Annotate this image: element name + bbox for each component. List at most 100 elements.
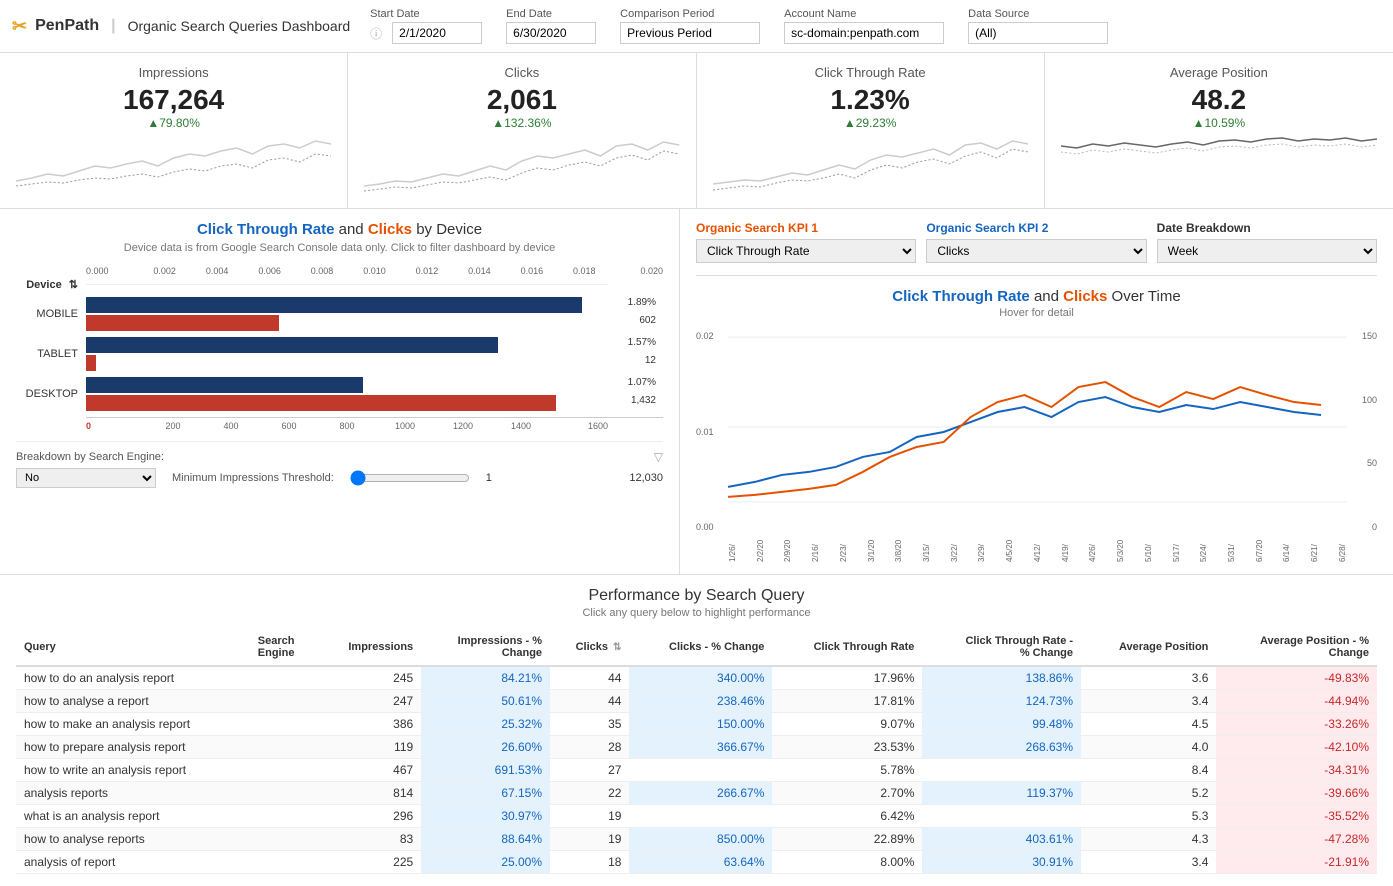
td-avg-pos: 5.2 <box>1081 782 1216 805</box>
td-query: how to analyse a report <box>16 690 250 713</box>
kpi-selector-1-title: Organic Search KPI 1 <box>696 221 916 235</box>
tablet-clicks-value: 12 <box>645 355 656 366</box>
line-chart-title-orange: Clicks <box>1063 288 1107 305</box>
td-clicks-change: 266.67% <box>629 782 772 805</box>
bar-label-mobile: MOBILE <box>16 308 86 320</box>
x-label: 6/21/ <box>1310 532 1319 562</box>
td-avg-pos-change: -39.66% <box>1216 782 1377 805</box>
td-clicks: 44 <box>550 690 629 713</box>
datasource-select[interactable]: (All) <box>968 22 1108 44</box>
td-query: how to analyse reports <box>16 828 250 851</box>
kpi-selector-2-select[interactable]: Clicks <box>926 239 1146 263</box>
account-select[interactable]: sc-domain:penpath.com <box>784 22 944 44</box>
td-query: how to prepare analysis report <box>16 736 250 759</box>
table-row[interactable]: how to prepare analysis report 119 26.60… <box>16 736 1377 759</box>
kpi-avg-position-title: Average Position <box>1061 65 1377 80</box>
y-axis-label-1: 0.01 <box>696 427 724 437</box>
line-chart-title-and: and <box>1034 288 1063 305</box>
td-imp-change: 88.64% <box>421 828 550 851</box>
threshold-label: Minimum Impressions Threshold: <box>172 472 334 484</box>
td-clicks-change: 63.64% <box>629 851 772 874</box>
x-label: 2/23/ <box>839 532 848 562</box>
td-engine <box>250 759 318 782</box>
performance-table: Query SearchEngine Impressions Impressio… <box>16 629 1377 874</box>
td-engine <box>250 666 318 690</box>
table-row[interactable]: analysis reports 814 67.15% 22 266.67% 2… <box>16 782 1377 805</box>
kpi-avg-position-change: ▲10.59% <box>1061 116 1377 130</box>
td-query: how to write an analysis report <box>16 759 250 782</box>
table-row[interactable]: analysis of report 225 25.00% 18 63.64% … <box>16 851 1377 874</box>
x-label: 6/7/20 <box>1255 532 1264 562</box>
x-label: 3/29/ <box>977 532 986 562</box>
y-right-label-3: 0 <box>1351 522 1377 532</box>
td-clicks: 28 <box>550 736 629 759</box>
td-ctr: 17.81% <box>772 690 922 713</box>
y-right-label-2: 50 <box>1351 458 1377 468</box>
td-impressions: 247 <box>317 690 421 713</box>
td-imp-change: 84.21% <box>421 666 550 690</box>
kpi-selector-1-select[interactable]: Click Through Rate <box>696 239 916 263</box>
start-date-label: Start Date <box>370 8 482 20</box>
td-query: how to do an analysis report <box>16 666 250 690</box>
kpi-impressions-title: Impressions <box>16 65 331 80</box>
info-icon: ⓘ <box>370 25 382 42</box>
th-engine: SearchEngine <box>250 629 318 666</box>
td-imp-change: 26.60% <box>421 736 550 759</box>
x-label: 5/17/ <box>1172 532 1181 562</box>
datasource-group: Data Source (All) <box>968 8 1108 44</box>
table-row[interactable]: what is an analysis report 296 30.97% 19… <box>16 805 1377 828</box>
td-avg-pos: 4.0 <box>1081 736 1216 759</box>
table-row[interactable]: how to make an analysis report 386 25.32… <box>16 713 1377 736</box>
td-query: analysis of report <box>16 851 250 874</box>
td-impressions: 467 <box>317 759 421 782</box>
kpi-impressions-chart <box>16 136 331 196</box>
table-body: how to do an analysis report 245 84.21% … <box>16 666 1377 874</box>
td-ctr: 9.07% <box>772 713 922 736</box>
start-date-input[interactable] <box>392 22 482 44</box>
td-impressions: 119 <box>317 736 421 759</box>
x-label: 1/26/ <box>728 532 737 562</box>
td-ctr-change: 403.61% <box>922 828 1081 851</box>
logo-icon: ✂ <box>12 16 27 37</box>
clicks-sort-icon[interactable]: ⇅ <box>613 642 621 653</box>
td-engine <box>250 805 318 828</box>
td-avg-pos-change: -21.91% <box>1216 851 1377 874</box>
td-impressions: 814 <box>317 782 421 805</box>
x-label: 5/3/20 <box>1116 532 1125 562</box>
line-chart-svg <box>728 327 1347 527</box>
x-label: 2/16/ <box>811 532 820 562</box>
bar-row-tablet[interactable]: TABLET 1.57% 12 <box>16 337 608 371</box>
table-row[interactable]: how to analyse a report 247 50.61% 44 23… <box>16 690 1377 713</box>
kpi-selector-3-select[interactable]: Week <box>1157 239 1377 263</box>
td-ctr-change: 124.73% <box>922 690 1081 713</box>
kpi-selector-2: Organic Search KPI 2 Clicks <box>926 221 1146 263</box>
td-ctr-change <box>922 805 1081 828</box>
line-chart-title: Click Through Rate and Clicks Over Time <box>696 288 1377 305</box>
td-ctr-change: 99.48% <box>922 713 1081 736</box>
end-date-input[interactable] <box>506 22 596 44</box>
y-right-label-0: 150 <box>1351 331 1377 341</box>
th-query: Query <box>16 629 250 666</box>
comparison-select[interactable]: Previous Period <box>620 22 760 44</box>
device-chart-panel: Click Through Rate and Clicks by Device … <box>0 209 680 574</box>
breakdown-select[interactable]: No <box>16 468 156 488</box>
td-clicks-change: 366.67% <box>629 736 772 759</box>
td-engine <box>250 690 318 713</box>
header-controls: Start Date ⓘ End Date Comparison Period … <box>370 8 1381 44</box>
table-row[interactable]: how to analyse reports 83 88.64% 19 850.… <box>16 828 1377 851</box>
table-row[interactable]: how to do an analysis report 245 84.21% … <box>16 666 1377 690</box>
th-clicks-change: Clicks - % Change <box>629 629 772 666</box>
header: ✂ PenPath | Organic Search Queries Dashb… <box>0 0 1393 53</box>
bar-row-mobile[interactable]: MOBILE 1.89% 602 <box>16 297 608 331</box>
mobile-clicks-value: 602 <box>639 315 656 326</box>
x-label: 4/19/ <box>1061 532 1070 562</box>
device-chart-title-blue: Click Through Rate <box>197 221 335 238</box>
td-ctr: 22.89% <box>772 828 922 851</box>
table-row[interactable]: how to write an analysis report 467 691.… <box>16 759 1377 782</box>
filter-icon[interactable]: ⇅ <box>69 279 78 291</box>
td-ctr-change: 119.37% <box>922 782 1081 805</box>
x-label: 2/9/20 <box>783 532 792 562</box>
threshold-slider[interactable] <box>350 470 470 486</box>
bar-row-desktop[interactable]: DESKTOP 1.07% 1,432 <box>16 377 608 411</box>
td-imp-change: 25.00% <box>421 851 550 874</box>
